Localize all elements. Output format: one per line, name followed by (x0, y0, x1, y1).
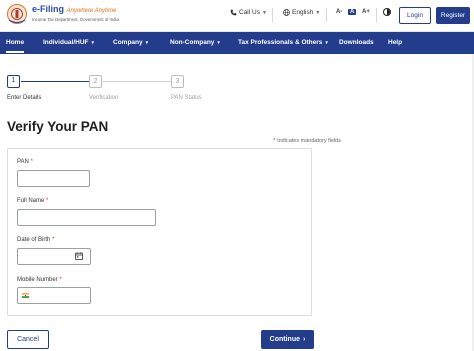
step-3-label: PAN Status (171, 95, 202, 101)
emblem-icon (7, 4, 27, 24)
chevron-down-icon: ▼ (315, 9, 321, 16)
globe-icon (283, 9, 290, 16)
chevron-down-icon: ▼ (216, 40, 221, 45)
chevron-down-icon: ▼ (261, 9, 267, 16)
pan-input[interactable] (17, 170, 90, 187)
nav-item-help[interactable]: Help (388, 32, 402, 54)
logo-tagline: Anywhere Anytime (66, 8, 117, 14)
required-marker: * (273, 138, 276, 144)
language-dropdown[interactable]: English ▼ (283, 9, 320, 16)
step-2-label: Verification (89, 95, 119, 101)
register-button[interactable]: Register (436, 7, 470, 24)
chevron-down-icon: ▼ (324, 40, 329, 45)
phone-icon (230, 9, 237, 16)
nav-item-tax-professionals[interactable]: Tax Professionals & Others ▼ (238, 32, 329, 54)
font-normal-button[interactable]: A (348, 9, 357, 15)
page-title: Verify Your PAN (7, 119, 109, 134)
header-divider (272, 8, 273, 22)
nav-active-indicator (6, 51, 24, 53)
step-2-indicator: 2 (89, 75, 102, 88)
calendar-icon[interactable] (75, 252, 83, 260)
full-name-input[interactable] (17, 209, 156, 226)
full-name-label: Full Name * (17, 198, 49, 204)
india-flag-icon (22, 293, 29, 298)
nav-item-company[interactable]: Company ▼ (113, 32, 149, 54)
step-1-label: Enter Details (7, 95, 42, 101)
nav-item-individual-huf[interactable]: Individual/HUF ▼ (43, 32, 95, 54)
call-us-label: Call Us (239, 9, 260, 16)
chevron-down-icon: ▼ (90, 40, 95, 45)
step-3-indicator: 3 (171, 75, 184, 88)
logo-title: e-Filing Anywhere Anytime (32, 4, 117, 14)
header-divider (326, 8, 327, 22)
step-1-indicator: 1 (7, 75, 20, 88)
step-connector (103, 81, 171, 82)
cancel-button[interactable]: Cancel (7, 330, 49, 349)
logo-subtitle: Income Tax Department, Government of Ind… (32, 17, 119, 22)
font-increase-button[interactable]: A+ (362, 9, 370, 15)
step-connector (21, 81, 89, 82)
nav-item-non-company[interactable]: Non-Company ▼ (170, 32, 221, 54)
call-us-dropdown[interactable]: Call Us ▼ (230, 9, 267, 16)
main-nav: Home Individual/HUF ▼ Company ▼ Non-Compan… (0, 32, 474, 54)
mandatory-fields-note: * Indicates mandatory fields (273, 138, 341, 144)
language-label: English (292, 9, 314, 16)
font-decrease-button[interactable]: A- (336, 9, 342, 15)
header-divider (376, 8, 377, 22)
dob-label: Date of Birth * (17, 237, 55, 243)
top-header: e-Filing Anywhere Anytime Income Tax Dep… (0, 0, 474, 32)
efiling-logo[interactable]: e-Filing Anywhere Anytime Income Tax Dep… (6, 3, 119, 27)
chevron-right-icon: › (302, 336, 306, 343)
pan-label: PAN * (17, 159, 33, 165)
contrast-toggle-icon[interactable] (383, 8, 391, 16)
nav-item-downloads[interactable]: Downloads (339, 32, 374, 54)
chevron-down-icon: ▼ (144, 40, 150, 45)
continue-button[interactable]: Continue › (261, 330, 314, 349)
login-button[interactable]: Login (399, 7, 431, 24)
mobile-number-label: Mobile Number * (17, 277, 62, 283)
